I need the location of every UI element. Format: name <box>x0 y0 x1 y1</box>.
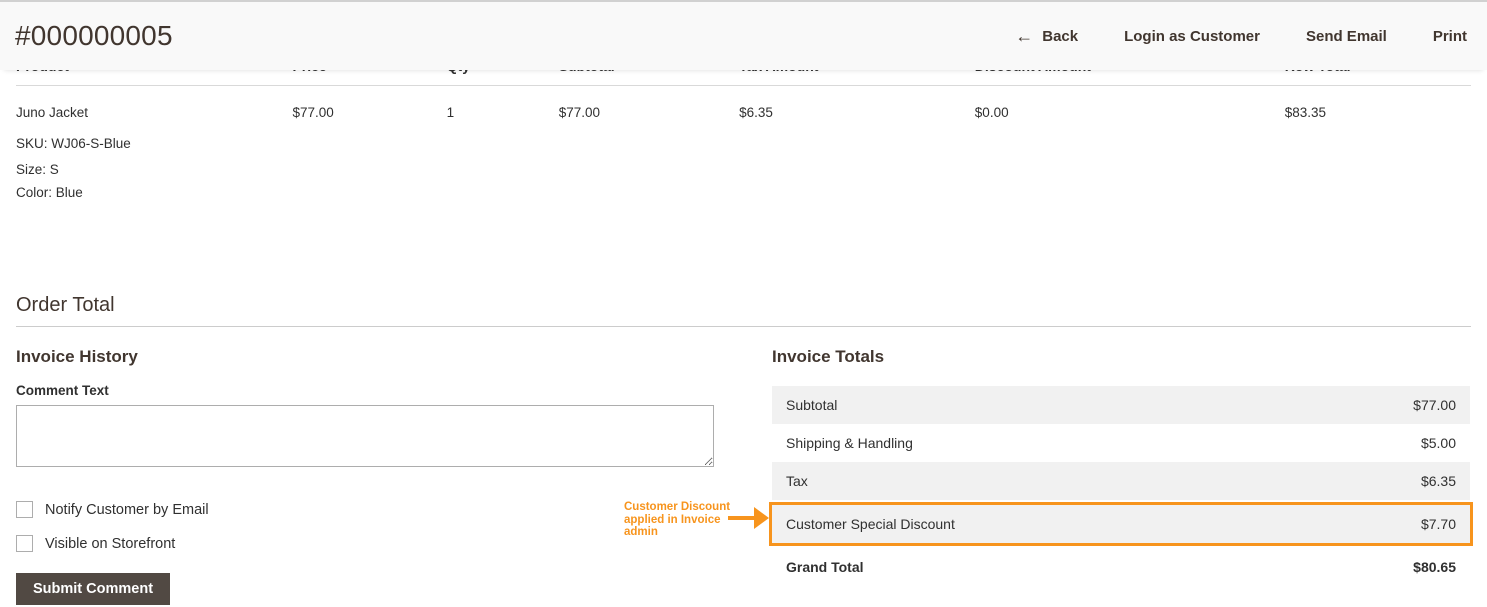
table-row: Juno Jacket SKU: WJ06-S-Blue Size: S Col… <box>16 86 1471 211</box>
totals-label: Subtotal <box>786 397 838 413</box>
customer-special-discount-highlight-box: Customer Special Discount $7.70 <box>769 502 1473 546</box>
tax-amount-cell: $6.35 <box>739 105 773 120</box>
totals-value: $80.65 <box>1413 559 1456 575</box>
totals-row-tax: Tax $6.35 <box>772 462 1470 500</box>
totals-row-shipping: Shipping & Handling $5.00 <box>772 424 1470 462</box>
product-sku: SKU: WJ06-S-Blue <box>16 136 131 151</box>
totals-row-subtotal: Subtotal $77.00 <box>772 386 1470 424</box>
visible-on-storefront-checkbox[interactable] <box>16 535 33 552</box>
discount-amount-cell: $0.00 <box>974 105 1009 120</box>
totals-value: $6.35 <box>1420 473 1456 489</box>
totals-label: Grand Total <box>786 559 864 575</box>
row-total-cell: $83.35 <box>1284 105 1326 120</box>
comment-text-label: Comment Text <box>16 383 109 398</box>
product-size: Size: S <box>16 162 59 177</box>
visible-on-storefront-label: Visible on Storefront <box>45 535 176 552</box>
back-button-label: Back <box>1042 27 1079 45</box>
product-name: Juno Jacket <box>16 105 89 120</box>
page-header: #000000005 ← Back Login as Customer Send… <box>0 0 1487 70</box>
totals-label: Shipping & Handling <box>786 435 913 451</box>
print-button[interactable]: Print <box>1433 28 1467 45</box>
invoice-totals-section: Invoice Totals Subtotal $77.00 Shipping … <box>769 347 1473 588</box>
qty-cell: 1 <box>446 105 455 120</box>
subtotal-cell: $77.00 <box>558 105 600 120</box>
totals-row-customer-special-discount: Customer Special Discount $7.70 <box>772 505 1470 543</box>
annotation-arrow-line <box>728 516 756 520</box>
login-as-customer-button[interactable]: Login as Customer <box>1124 28 1260 45</box>
totals-value: $7.70 <box>1420 516 1456 532</box>
back-arrow-icon: ← <box>1015 26 1034 46</box>
back-button[interactable]: ← Back <box>1015 27 1078 45</box>
notify-customer-label: Notify Customer by Email <box>45 501 209 518</box>
order-total-heading: Order Total <box>16 294 1471 327</box>
notify-customer-row: Notify Customer by Email <box>16 501 714 518</box>
page-title: #000000005 <box>15 20 173 51</box>
totals-label: Tax <box>786 473 808 489</box>
invoice-totals-heading: Invoice Totals <box>772 347 885 366</box>
annotation-text: Customer Discount applied in Invoice adm… <box>624 501 731 538</box>
submit-comment-button[interactable]: Submit Comment <box>16 573 171 605</box>
product-color: Color: Blue <box>16 185 83 200</box>
send-email-button[interactable]: Send Email <box>1306 28 1387 45</box>
annotation-arrow-icon <box>754 507 769 529</box>
invoice-totals-table: Subtotal $77.00 Shipping & Handling $5.0… <box>769 386 1473 588</box>
header-actions: ← Back Login as Customer Send Email Prin… <box>1015 27 1467 45</box>
comment-textarea[interactable] <box>16 405 714 467</box>
totals-value: $5.00 <box>1420 435 1456 451</box>
totals-row-grand-total: Grand Total $80.65 <box>772 546 1470 588</box>
notify-customer-checkbox[interactable] <box>16 501 33 518</box>
totals-value: $77.00 <box>1413 397 1456 413</box>
totals-label: Customer Special Discount <box>786 516 955 532</box>
visible-on-storefront-row: Visible on Storefront <box>16 535 714 552</box>
invoice-history-section: Invoice History Comment Text Notify Cust… <box>16 347 714 605</box>
invoice-history-heading: Invoice History <box>16 347 138 366</box>
price-cell: $77.00 <box>292 105 334 120</box>
product-cell: Juno Jacket SKU: WJ06-S-Blue Size: S Col… <box>16 86 292 211</box>
